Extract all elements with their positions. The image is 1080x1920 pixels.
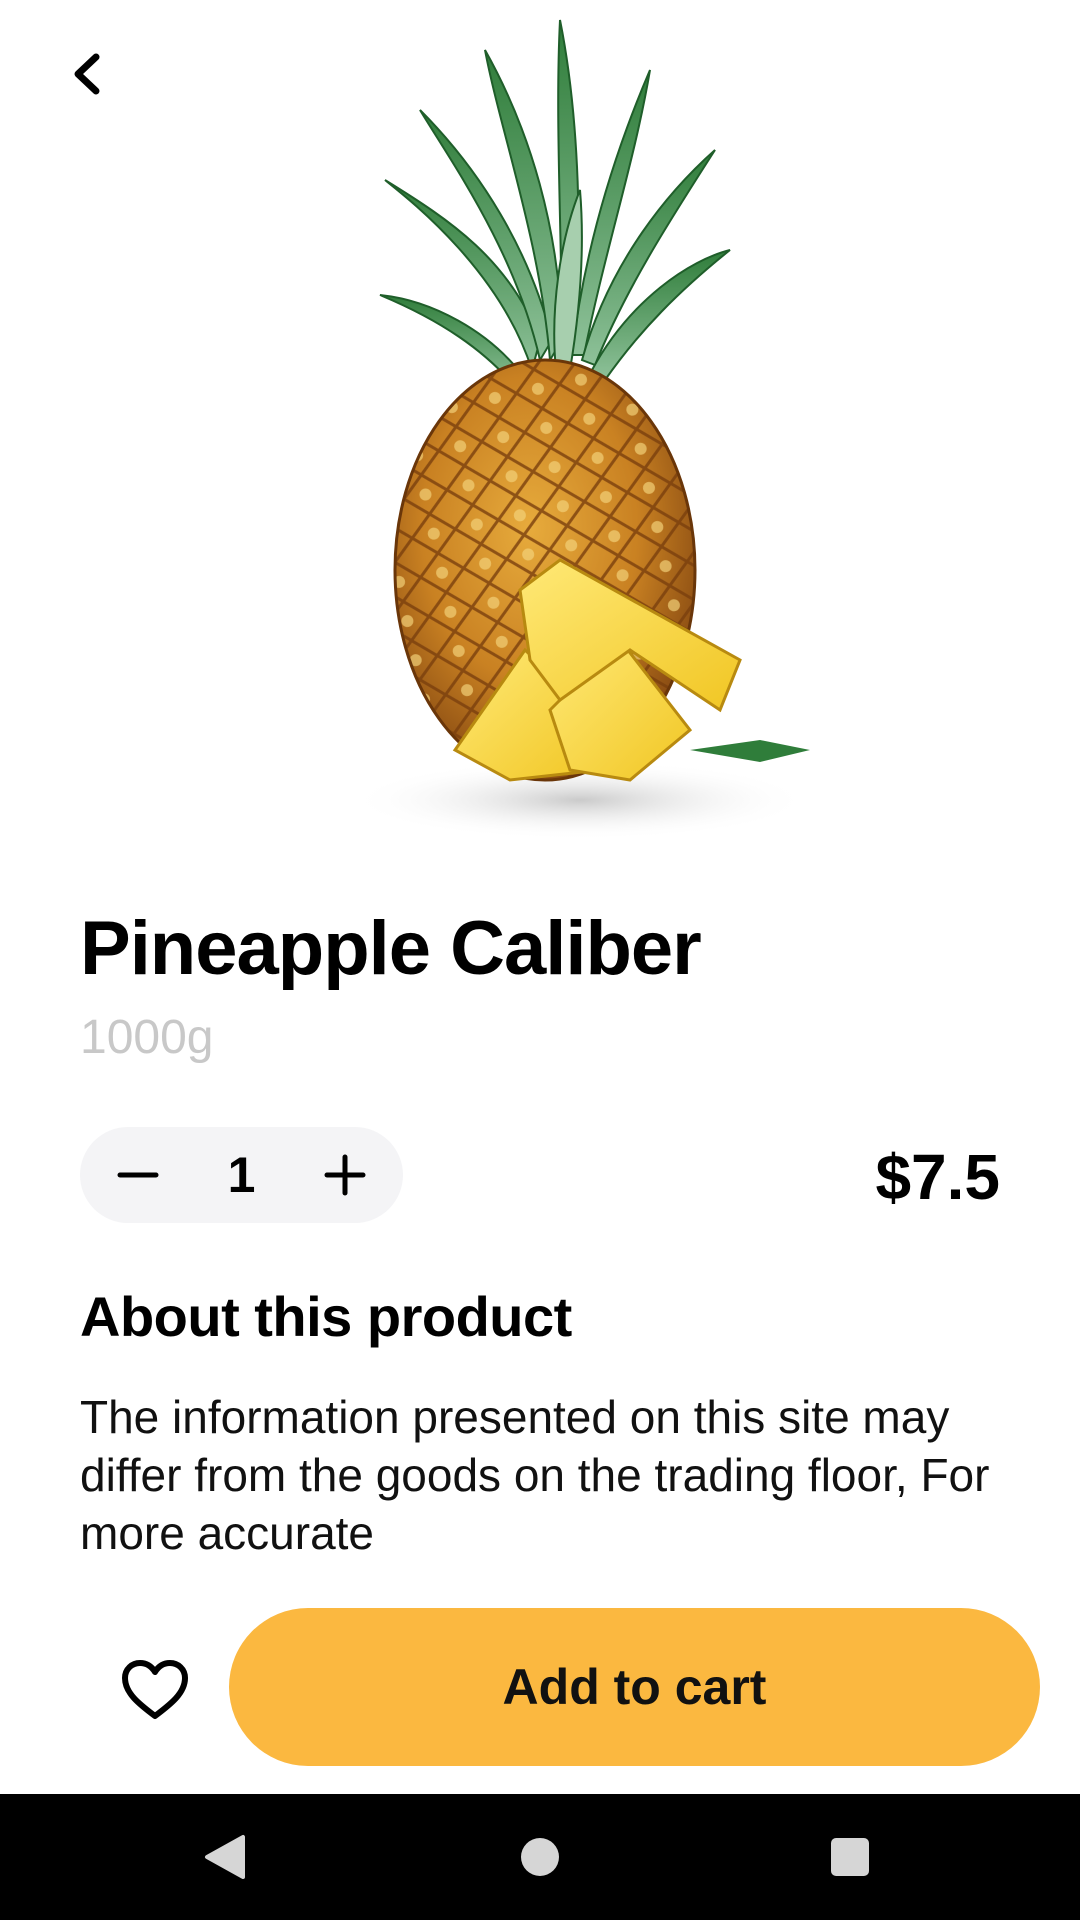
- back-button[interactable]: [56, 44, 116, 104]
- circle-home-icon: [521, 1838, 559, 1876]
- nav-recents-button[interactable]: [820, 1827, 880, 1887]
- quantity-stepper: 1: [80, 1127, 403, 1223]
- product-weight: 1000g: [80, 1011, 214, 1064]
- decrease-quantity-button[interactable]: [100, 1137, 176, 1213]
- add-to-cart-button[interactable]: Add to cart: [229, 1608, 1040, 1766]
- minus-icon: [117, 1172, 159, 1178]
- increase-quantity-button[interactable]: [307, 1137, 383, 1213]
- product-image: [350, 19, 810, 840]
- product-price: $7.5: [875, 1141, 1000, 1213]
- plus-icon: [324, 1154, 366, 1196]
- heart-outline-icon: [122, 1660, 188, 1719]
- triangle-back-icon: [205, 1835, 245, 1879]
- product-title: Pineapple Caliber: [80, 906, 702, 991]
- system-navigation-bar: [0, 1794, 1080, 1920]
- quantity-value: 1: [227, 1147, 256, 1203]
- nav-back-button[interactable]: [195, 1827, 255, 1887]
- favorite-button[interactable]: [110, 1645, 200, 1735]
- about-description: The information presented on this site m…: [80, 1391, 990, 1559]
- square-recents-icon: [831, 1838, 869, 1876]
- nav-home-button[interactable]: [510, 1827, 570, 1887]
- about-heading: About this product: [80, 1285, 572, 1348]
- chevron-left-icon: [74, 53, 100, 95]
